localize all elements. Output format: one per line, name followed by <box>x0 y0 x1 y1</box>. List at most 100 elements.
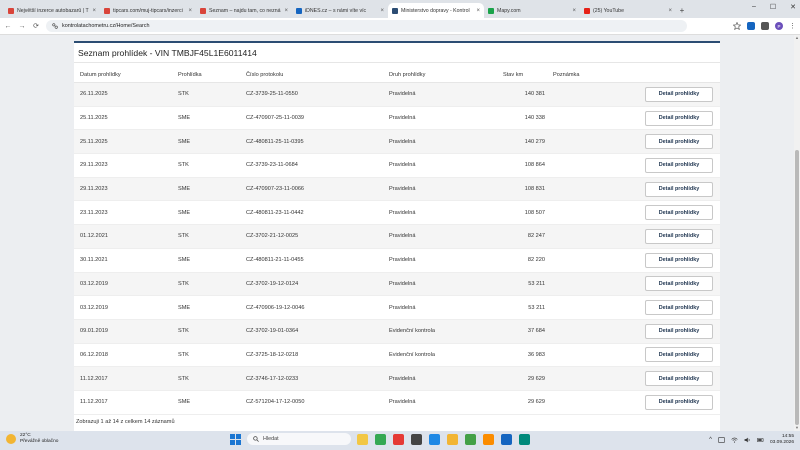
cell-type: SME <box>178 304 191 311</box>
scrollbar-thumb[interactable] <box>795 150 799 425</box>
browser-tab[interactable]: Seznam – najdu tam, co nezná × <box>196 3 292 18</box>
table-row: 11.12.2017 STK CZ-3746-17-12-0233 Pravideln… <box>74 367 720 391</box>
cell-kind: Pravidelná <box>389 233 416 240</box>
folder-icon[interactable] <box>447 433 458 445</box>
detail-button[interactable]: Detail prohlídky <box>645 300 713 316</box>
page-scrollbar[interactable]: ▲ ▼ <box>794 35 800 431</box>
app-teal-icon[interactable] <box>519 433 530 445</box>
cell-km: 82 247 <box>527 233 545 240</box>
tray-chevron-icon[interactable]: ^ <box>709 437 712 443</box>
tab-close-icon[interactable]: × <box>188 8 192 14</box>
address-bar[interactable]: kontrolatachometru.cz/Home/Search <box>46 20 687 32</box>
col-date-header[interactable]: Datum prohlídky <box>74 72 178 78</box>
minimize-button[interactable]: – <box>752 3 756 11</box>
clock-date: 03.09.2026 <box>769 440 794 445</box>
detail-button[interactable]: Detail prohlídky <box>645 347 713 363</box>
detail-button[interactable]: Detail prohlídky <box>645 276 713 292</box>
wifi-icon[interactable] <box>731 437 738 443</box>
tab-close-icon[interactable]: × <box>476 8 480 14</box>
scroll-up-arrow-icon[interactable]: ▲ <box>794 35 800 41</box>
detail-button[interactable]: Detail prohlídky <box>645 181 713 197</box>
col-protocol-header[interactable]: Číslo protokolu <box>246 72 389 78</box>
detail-button[interactable]: Detail prohlídky <box>645 394 713 410</box>
extension-icon[interactable] <box>747 22 755 30</box>
close-window-button[interactable]: ✕ <box>790 3 796 11</box>
browser-tab[interactable]: Mapy.com × <box>484 3 580 18</box>
cell-date: 29.11.2023 <box>80 186 108 193</box>
cell-protocol: CZ-3746-17-12-0233 <box>246 375 299 382</box>
cell-type: SME <box>178 257 191 264</box>
browser-tab[interactable]: (25) YouTube × <box>580 3 676 18</box>
app-green-icon[interactable] <box>465 433 476 445</box>
cell-kind: Pravidelná <box>389 115 416 122</box>
windows-taskbar: 22°C Převážně oblačno Hledat ^ 14:55 03.… <box>0 431 800 450</box>
extension-puzzle-icon[interactable] <box>761 22 769 30</box>
windows-start-icon[interactable] <box>230 433 241 445</box>
col-km-header[interactable]: Stav km <box>489 72 549 78</box>
cell-protocol: CZ-3739-25-11-0550 <box>246 91 298 98</box>
cell-date: 29.11.2023 <box>80 162 108 169</box>
tab-close-icon[interactable]: × <box>572 8 576 14</box>
detail-button[interactable]: Detail prohlídky <box>645 252 713 268</box>
tab-favicon-icon <box>296 7 302 14</box>
profile-avatar[interactable]: P <box>775 22 783 30</box>
col-note-header[interactable]: Poznámka <box>549 72 619 78</box>
taskbar-search[interactable]: Hledat <box>247 433 351 445</box>
new-tab-button[interactable]: + <box>676 3 688 18</box>
table-row: 25.11.2025 SME CZ-470907-25-11-0039 Pravide… <box>74 107 720 131</box>
cell-type: SME <box>178 209 191 216</box>
page-title: Seznam prohlídek - VIN TMBJF45L1E6011414 <box>74 43 720 63</box>
cell-type: STK <box>178 351 189 358</box>
cell-protocol: CZ-3702-19-01-0364 <box>246 328 299 335</box>
table-body: 26.11.2025 STK CZ-3739-25-11-0550 Pravideln… <box>74 83 720 415</box>
chrome-icon[interactable] <box>375 433 386 445</box>
cell-type: STK <box>178 162 189 169</box>
detail-button[interactable]: Detail prohlídky <box>645 205 713 221</box>
detail-button[interactable]: Detail prohlídky <box>645 157 713 173</box>
tab-close-icon[interactable]: × <box>92 8 96 14</box>
browser-tab[interactable]: Největší inzerce autobazarů | T × <box>4 3 100 18</box>
bookmark-star-icon[interactable] <box>733 22 741 30</box>
browser-tab[interactable]: Ministerstvo dopravy - Kontrol × <box>388 3 484 18</box>
detail-button[interactable]: Detail prohlídky <box>645 110 713 126</box>
maximize-button[interactable]: ☐ <box>770 3 776 11</box>
reload-button[interactable]: ⟳ <box>32 22 40 30</box>
col-kind-header[interactable]: Druh prohlídky <box>389 72 489 78</box>
cell-protocol: CZ-470907-23-11-0066 <box>246 186 305 193</box>
cell-kind: Evidenční kontrola <box>389 351 436 358</box>
battery-icon[interactable] <box>756 437 764 443</box>
tab-close-icon[interactable]: × <box>284 8 288 14</box>
cell-type: STK <box>178 280 189 287</box>
detail-button[interactable]: Detail prohlídky <box>645 371 713 387</box>
detail-button[interactable]: Detail prohlídky <box>645 323 713 339</box>
cell-km: 82 220 <box>527 257 545 264</box>
cell-type: STK <box>178 91 189 98</box>
detail-button[interactable]: Detail prohlídky <box>645 86 713 102</box>
clock[interactable]: 14:55 03.09.2026 <box>770 434 794 446</box>
tab-close-icon[interactable]: × <box>380 8 384 14</box>
col-type-header[interactable]: Prohlídka <box>178 72 246 78</box>
keyboard-icon[interactable] <box>717 437 725 443</box>
cell-protocol: CZ-470907-25-11-0039 <box>246 115 305 122</box>
app-red-icon[interactable] <box>393 433 404 445</box>
url-text: kontrolatachometru.cz/Home/Search <box>62 23 150 29</box>
browser-tab[interactable]: tipcars.com/muj-tipcars/inzerci × <box>100 3 196 18</box>
edge-icon[interactable] <box>429 433 440 445</box>
browser-tab[interactable]: iDNES.cz – s námi víte víc × <box>292 3 388 18</box>
cell-km: 53 211 <box>528 304 545 311</box>
forward-button[interactable]: → <box>18 23 26 30</box>
sun-cloud-icon <box>6 434 16 444</box>
app-orange-icon[interactable] <box>483 433 494 445</box>
app-dark-icon[interactable] <box>411 433 422 445</box>
detail-button[interactable]: Detail prohlídky <box>645 134 713 150</box>
volume-icon[interactable] <box>744 437 751 443</box>
tab-close-icon[interactable]: × <box>668 8 672 14</box>
detail-button[interactable]: Detail prohlídky <box>645 228 713 244</box>
site-info-icon[interactable] <box>52 23 58 29</box>
cell-kind: Pravidelná <box>389 304 416 311</box>
file-explorer-icon[interactable] <box>357 433 368 445</box>
app-blue-icon[interactable] <box>501 433 512 445</box>
weather-widget[interactable]: 22°C Převážně oblačno <box>6 433 58 445</box>
back-button[interactable]: ← <box>4 23 12 30</box>
menu-kebab-icon[interactable]: ⋮ <box>789 22 796 30</box>
